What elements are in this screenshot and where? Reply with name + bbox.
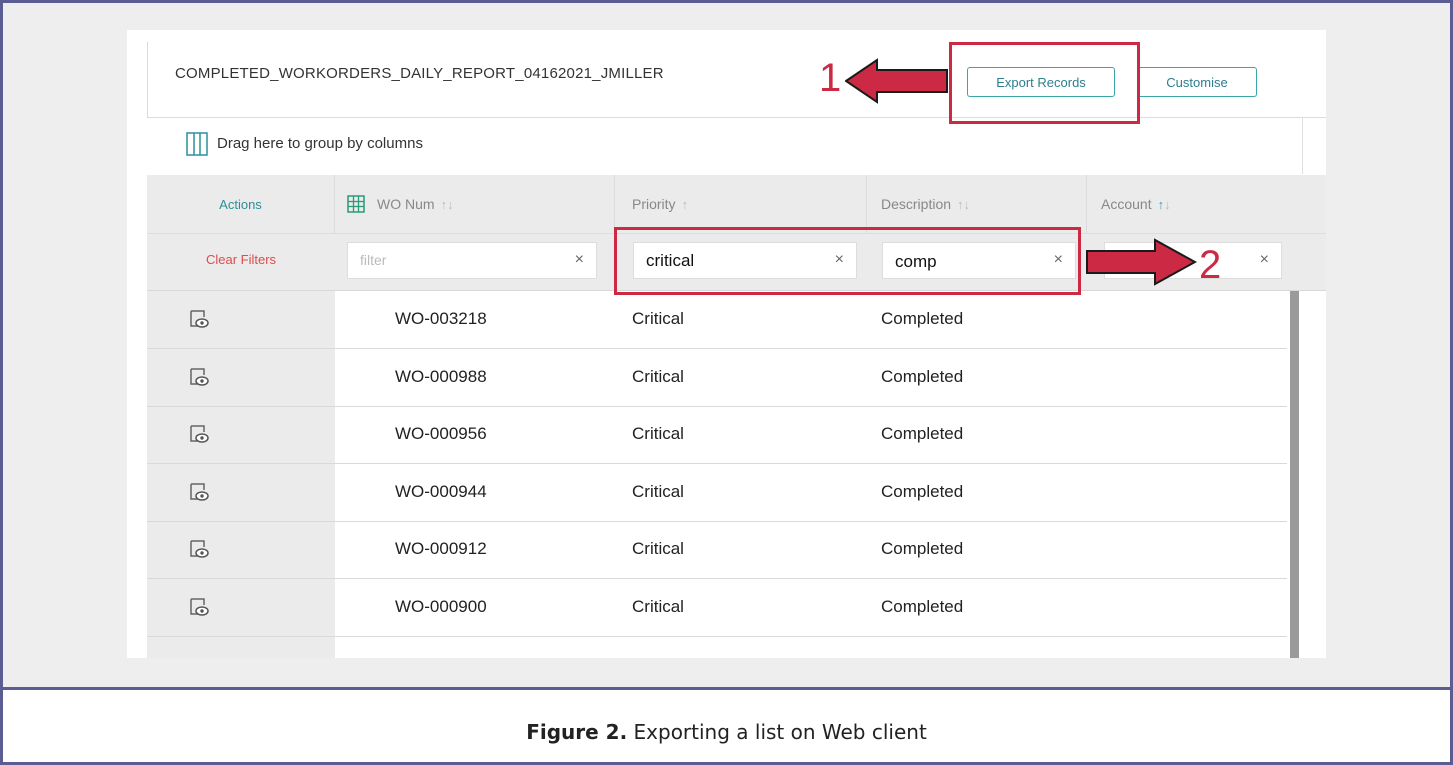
view-record-icon[interactable] (188, 308, 210, 330)
view-record-icon[interactable] (188, 481, 210, 503)
description-cell: Completed (881, 481, 964, 501)
actions-header: Actions (147, 175, 335, 233)
description-filter-input[interactable]: comp × (882, 242, 1076, 279)
column-header-description[interactable]: Description ↑↓ (867, 175, 1087, 233)
priority-filter-input[interactable]: critical × (633, 242, 857, 279)
sort-arrows-icon[interactable]: ↑↓ (1158, 197, 1171, 212)
column-label-description: Description (881, 196, 952, 212)
sort-arrow-icon[interactable]: ↑ (682, 197, 689, 212)
arrow-left-icon (845, 58, 948, 104)
caption-label: Figure 2. (526, 720, 628, 744)
view-record-icon[interactable] (188, 423, 210, 445)
view-record-icon[interactable] (188, 596, 210, 618)
description-cell: Completed (881, 596, 964, 616)
description-cell: Completed (881, 366, 964, 386)
wo-num-filter-input[interactable]: filter × (347, 242, 597, 279)
table-row[interactable]: WO-003218 Critical Completed (147, 291, 1287, 349)
sort-arrows-icon[interactable]: ↑↓ (441, 197, 454, 212)
column-label-priority: Priority (632, 196, 676, 212)
column-label-account: Account (1101, 196, 1152, 212)
table-row[interactable]: WO-000912 Critical Completed (147, 521, 1287, 579)
sort-arrows-icon[interactable]: ↑↓ (957, 197, 970, 212)
export-records-button[interactable]: Export Records (967, 67, 1115, 97)
clear-filter-icon[interactable]: × (1260, 251, 1269, 269)
priority-cell: Critical (632, 424, 684, 443)
clear-filter-icon[interactable]: × (835, 251, 844, 269)
caption-text: Exporting a list on Web client (633, 720, 927, 744)
report-header: COMPLETED_WORKORDERS_DAILY_REPORT_041620… (147, 42, 1326, 118)
clear-filter-icon[interactable]: × (575, 251, 584, 269)
wo-num-cell: WO-000944 (395, 481, 487, 501)
description-cell: Completed (881, 309, 964, 328)
priority-filter-value: critical (646, 251, 695, 270)
table-row[interactable]: WO-000956 Critical Completed (147, 406, 1287, 464)
arrow-right-icon (1086, 238, 1197, 286)
view-record-icon[interactable] (188, 366, 210, 388)
description-cell: Completed (881, 424, 964, 443)
priority-cell: Critical (632, 309, 684, 328)
column-header-wo-num[interactable]: WO Num ↑↓ (335, 175, 615, 233)
header-row: Actions WO Num ↑↓ Priority ↑ Description… (147, 175, 1326, 234)
view-record-icon[interactable] (188, 538, 210, 560)
description-filter-value: comp (895, 252, 937, 271)
table-row[interactable]: WO-000944 Critical Completed (147, 464, 1287, 522)
group-by-bar[interactable]: Drag here to group by columns (147, 118, 1303, 174)
wo-num-cell: WO-000900 (395, 596, 487, 616)
filter-placeholder: filter (360, 252, 387, 268)
vertical-scrollbar[interactable] (1290, 291, 1299, 658)
priority-cell: Critical (632, 539, 684, 558)
callout-number-1: 1 (819, 56, 842, 100)
wo-num-cell: WO-000912 (395, 539, 487, 558)
columns-icon (186, 132, 208, 156)
wo-num-cell: WO-000988 (395, 366, 487, 386)
screenshot: COMPLETED_WORKORDERS_DAILY_REPORT_041620… (127, 30, 1326, 658)
description-cell: Completed (881, 539, 964, 558)
group-by-text: Drag here to group by columns (217, 135, 423, 152)
column-label-wo-num: WO Num (377, 196, 435, 212)
priority-cell: Critical (632, 366, 684, 386)
clear-filter-icon[interactable]: × (1054, 251, 1063, 269)
figure-caption: Figure 2. Exporting a list on Web client (0, 720, 1453, 744)
priority-cell: Critical (632, 481, 684, 501)
caption-separator (0, 687, 1453, 690)
column-header-account[interactable]: Account ↑↓ (1087, 175, 1326, 233)
clear-filters-link[interactable]: Clear Filters (147, 252, 335, 267)
table-row[interactable]: WO-000988 Critical Completed (147, 349, 1287, 407)
wo-num-cell: WO-000956 (395, 424, 487, 443)
wo-num-cell: WO-003218 (395, 309, 487, 328)
callout-number-2: 2 (1199, 243, 1222, 287)
report-title: COMPLETED_WORKORDERS_DAILY_REPORT_041620… (175, 65, 664, 82)
customise-button[interactable]: Customise (1137, 67, 1257, 97)
grid-icon (347, 195, 365, 213)
priority-cell: Critical (632, 596, 684, 616)
column-header-priority[interactable]: Priority ↑ (615, 175, 867, 233)
table-row[interactable]: WO-000900 Critical Completed (147, 579, 1287, 637)
